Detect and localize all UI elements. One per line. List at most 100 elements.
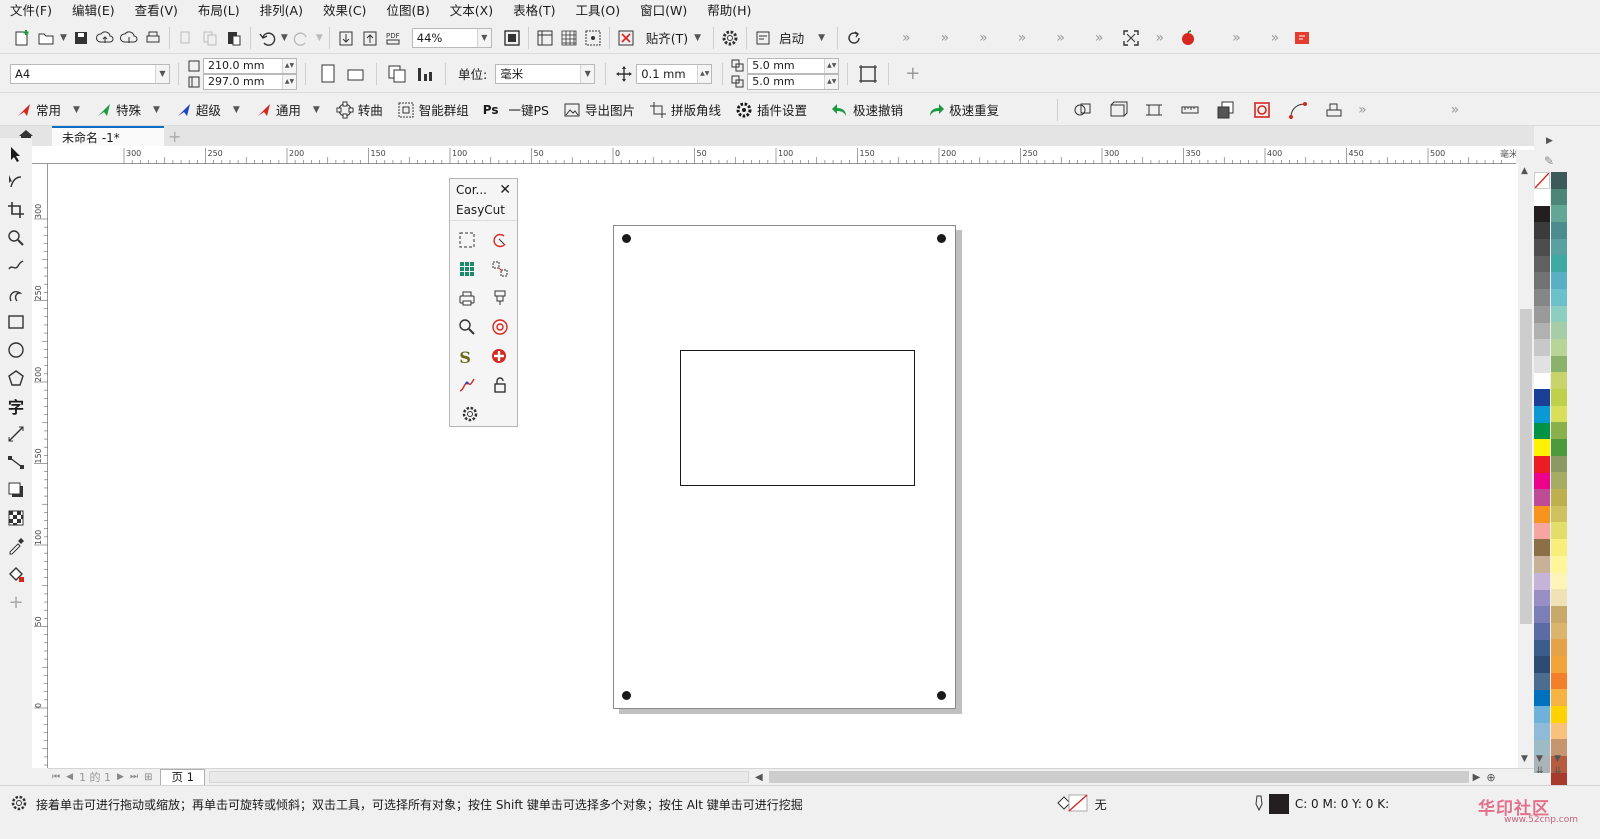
plugin-general[interactable]: 通用 ▼ [256, 100, 322, 119]
redo-icon[interactable] [290, 26, 314, 50]
color-swatch[interactable] [1534, 706, 1550, 723]
menu-view[interactable]: 查看(V) [125, 0, 188, 22]
interactive-fill-tool-icon[interactable] [0, 560, 32, 588]
last-page-icon[interactable]: ⏭ [130, 772, 138, 782]
document-tab[interactable]: 未命名 -1* [52, 126, 164, 146]
menu-tools[interactable]: 工具(O) [566, 0, 631, 22]
color-swatch[interactable] [1551, 422, 1567, 439]
color-swatch[interactable] [1534, 339, 1550, 356]
outline-color-swatch[interactable] [1268, 794, 1289, 814]
chevron-down-icon[interactable]: ▼ [73, 105, 80, 115]
color-swatch[interactable] [1551, 405, 1567, 423]
color-swatch[interactable] [1551, 472, 1567, 490]
color-swatch[interactable] [1534, 422, 1550, 440]
plugin-red-icon[interactable] [1291, 26, 1315, 50]
overflow-chevron-icon[interactable]: » [1143, 30, 1176, 46]
align-icon[interactable] [1322, 98, 1346, 122]
color-swatch[interactable] [1551, 288, 1567, 306]
new-document-icon[interactable] [10, 26, 34, 50]
color-swatch[interactable] [1551, 455, 1567, 473]
weld-icon[interactable] [1070, 98, 1094, 122]
next-page-icon[interactable]: ▶ [117, 772, 124, 782]
rotate-select-icon[interactable] [491, 231, 509, 252]
color-swatch[interactable] [1534, 305, 1550, 323]
eyedropper-icon[interactable]: ✎ [1544, 154, 1554, 168]
path-curve-icon[interactable] [458, 376, 476, 397]
fit-page-icon[interactable] [1119, 26, 1143, 50]
color-swatch[interactable] [1551, 172, 1567, 189]
palette-scroll-down-icon[interactable]: ▼ [1554, 754, 1561, 764]
cut-icon[interactable] [174, 26, 198, 50]
eyedropper-tool-icon[interactable] [0, 532, 32, 560]
drawing-canvas[interactable] [48, 164, 1518, 768]
color-swatch[interactable] [1534, 589, 1550, 607]
scroll-up-icon[interactable]: ▲ [1521, 166, 1528, 176]
navigator-zoom-icon[interactable]: ⊕ [1486, 771, 1495, 784]
palette-expand-icon[interactable]: ▶ [1546, 136, 1553, 146]
color-swatch[interactable] [1534, 556, 1550, 573]
red-cross-icon[interactable] [490, 347, 508, 368]
show-grid-icon[interactable] [557, 26, 581, 50]
color-swatch[interactable] [1551, 706, 1567, 723]
color-swatch[interactable] [1551, 205, 1567, 223]
ellipse-tool-icon[interactable] [0, 336, 32, 364]
print-icon[interactable] [141, 26, 165, 50]
plugin-one-click-ps[interactable]: Ps 一键PS [483, 100, 549, 119]
color-swatch[interactable] [1534, 255, 1550, 273]
color-swatch[interactable] [1534, 289, 1550, 306]
menu-window[interactable]: 窗口(W) [630, 0, 697, 22]
rectangle-shape[interactable] [680, 350, 915, 486]
duplicate-y-field[interactable]: 5.0 mm ▲▼ [747, 73, 840, 90]
scroll-down-icon[interactable]: ▼ [1521, 754, 1528, 764]
overflow-chevron-icon[interactable]: » [890, 30, 923, 46]
color-swatch[interactable] [1534, 222, 1550, 240]
color-swatch[interactable] [1534, 506, 1550, 523]
publish-pdf-icon[interactable]: PDF [382, 26, 406, 50]
color-swatch[interactable] [1551, 355, 1567, 373]
color-swatch[interactable] [1534, 189, 1550, 206]
color-swatch[interactable] [1551, 672, 1567, 690]
add-tool-plus-icon[interactable]: + [0, 588, 32, 616]
all-pages-icon[interactable] [385, 62, 409, 86]
add-icon[interactable]: + [905, 63, 920, 84]
text-tool-icon[interactable]: 字 [0, 392, 32, 420]
apple-plugin-icon[interactable] [1176, 26, 1200, 50]
color-swatch[interactable] [1534, 572, 1550, 590]
crop-tool-icon[interactable] [0, 196, 32, 224]
vertical-scroll-thumb[interactable] [1520, 309, 1532, 624]
color-swatch[interactable] [1551, 338, 1567, 356]
color-swatch[interactable] [1551, 605, 1567, 623]
overflow-chevron-icon[interactable]: » [1006, 30, 1039, 46]
color-swatch[interactable] [1534, 639, 1550, 657]
transparency-tool-icon[interactable] [0, 504, 32, 532]
color-swatch[interactable] [1534, 472, 1550, 490]
color-swatch[interactable] [1551, 572, 1567, 590]
redo-dropdown-icon[interactable]: ▼ [316, 33, 323, 43]
color-swatch[interactable] [1551, 655, 1567, 673]
refresh-icon[interactable] [842, 26, 866, 50]
plugin-export-image[interactable]: 导出图片 [563, 100, 635, 119]
import-icon[interactable] [334, 26, 358, 50]
color-swatch[interactable] [1551, 255, 1567, 273]
chevron-down-icon[interactable]: ▼ [153, 105, 160, 115]
color-swatch[interactable] [1551, 439, 1567, 456]
first-page-icon[interactable]: ⏮ [52, 772, 60, 782]
menu-table[interactable]: 表格(T) [503, 0, 565, 22]
drop-shadow-tool-icon[interactable] [0, 476, 32, 504]
spinner-icon[interactable]: ▲▼ [824, 58, 839, 73]
plugin-smart-group[interactable]: 智能群组 [397, 100, 469, 119]
close-icon[interactable]: ✕ [499, 182, 511, 198]
palette-expand-down-icon[interactable]: ⇊ [1554, 766, 1562, 776]
overflow-chevron-icon[interactable]: » [1044, 30, 1077, 46]
palette-expand-down-icon[interactable]: ⇊ [1536, 766, 1544, 776]
plugin-settings[interactable]: 插件设置 [735, 100, 807, 119]
plugin-convert-curves[interactable]: 转曲 [336, 100, 383, 119]
printer-icon[interactable] [458, 289, 476, 310]
color-swatch[interactable] [1534, 322, 1550, 340]
undo-dropdown-icon[interactable]: ▼ [281, 33, 288, 43]
open-icon[interactable] [34, 26, 58, 50]
overflow-chevron-icon[interactable]: » [1346, 102, 1379, 118]
overflow-chevron-icon[interactable]: » [1439, 102, 1472, 118]
page-width-field[interactable]: 210.0 mm ▲▼ [203, 57, 297, 74]
spinner-icon[interactable]: ▲▼ [282, 74, 296, 89]
